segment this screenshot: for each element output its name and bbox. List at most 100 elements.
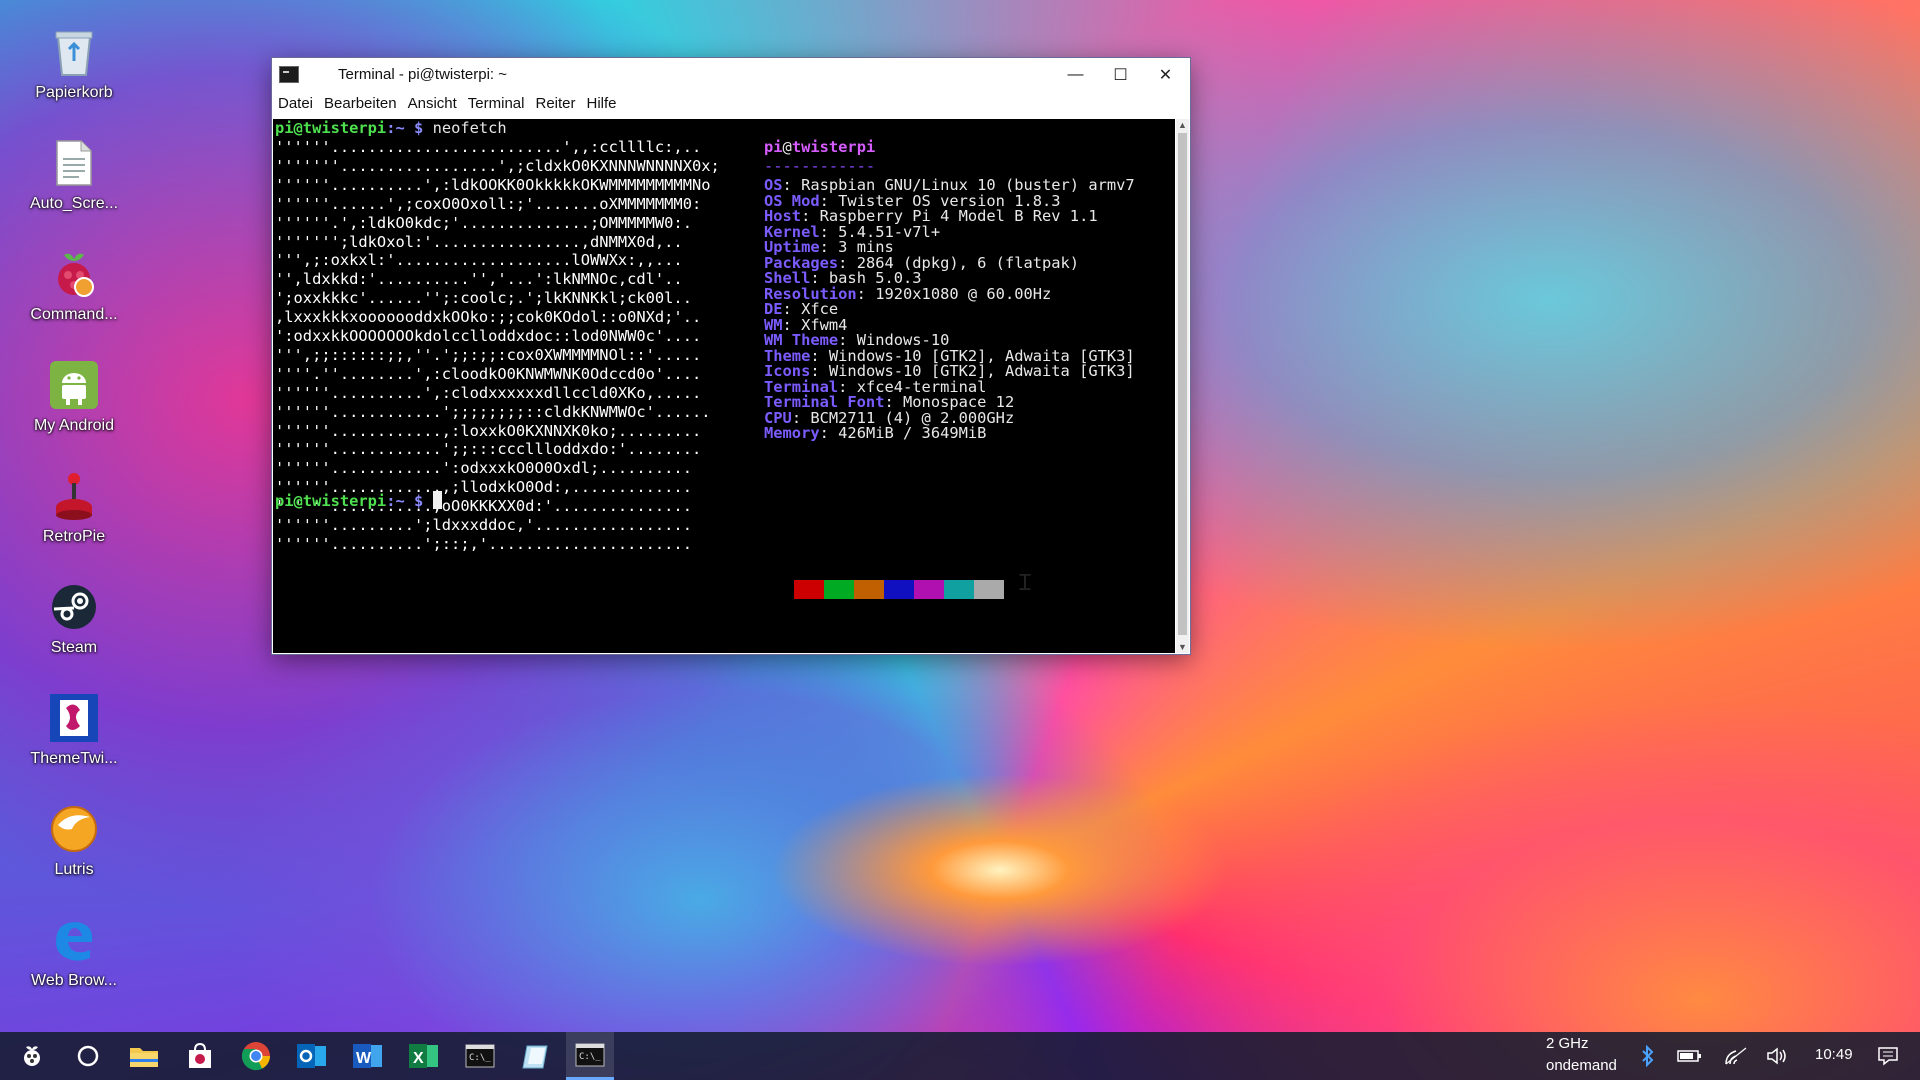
- folder-icon: [130, 1048, 158, 1067]
- logo-line: ''''''..........',:ldkOOKK0OkkkkkOKWMMMM…: [275, 175, 711, 194]
- raspberry-pi-icon: [48, 248, 100, 300]
- scrollbar-thumb[interactable]: [1178, 133, 1187, 635]
- logo-line: ''',;:oxkxl:'...................lOWWXx:,…: [275, 251, 683, 270]
- color-swatch: [854, 580, 884, 599]
- logo-line: ''''''............':odxxxkO0O0Oxdl;.....…: [275, 459, 692, 478]
- steam-icon: [48, 581, 100, 633]
- current-prompt-line[interactable]: pi@twisterpi:~ $: [275, 491, 442, 511]
- info-separator: ------------: [764, 157, 876, 175]
- recycle-bin-icon: [48, 26, 100, 78]
- logo-line: ''',;;::::::;;,''.';;:;;:cox0XWMMMMNOl::…: [275, 345, 702, 364]
- lutris-icon: [48, 803, 100, 855]
- bluetooth-icon: [1642, 1045, 1654, 1067]
- battery-tray[interactable]: [1672, 1032, 1708, 1080]
- window-title: Terminal - pi@twisterpi: ~: [338, 66, 508, 83]
- logo-line: ''''''.',:ldkO0kdc;'..............;OMMMM…: [275, 213, 692, 232]
- menu-ansicht[interactable]: Ansicht: [408, 95, 457, 112]
- android-icon: [48, 359, 100, 411]
- desktop-icon-themetwister[interactable]: ThemeTwi...: [14, 688, 134, 788]
- raspberry-start-icon: [24, 1046, 40, 1066]
- scroll-down-arrow[interactable]: ▼: [1176, 641, 1189, 653]
- info-user: pi: [764, 138, 783, 156]
- desktop-icon-label: Lutris: [54, 861, 94, 878]
- logo-line: '''''''.................',;cldxkO0KXNNNW…: [275, 156, 720, 175]
- info-value: 426MiB / 3649MiB: [838, 424, 987, 442]
- desktop-icon-label: Command...: [30, 306, 118, 323]
- taskbar-outlook[interactable]: [286, 1032, 338, 1080]
- cpu-governor[interactable]: ondemand: [1546, 1057, 1617, 1074]
- taskbar-notes[interactable]: [510, 1032, 562, 1080]
- taskbar-excel[interactable]: X: [398, 1032, 450, 1080]
- menu-bearbeiten[interactable]: Bearbeiten: [324, 95, 397, 112]
- desktop-icon-recycle-bin[interactable]: Papierkorb: [14, 22, 134, 122]
- info-host: twisterpi: [791, 138, 876, 156]
- text-cursor: [432, 491, 442, 509]
- desktop-icon-auto-screenshot[interactable]: Auto_Scre...: [14, 133, 134, 233]
- prompt-user: pi@twisterpi: [275, 492, 387, 510]
- desktop-icon-command[interactable]: Command...: [14, 244, 134, 344]
- maximize-button[interactable]: ☐: [1098, 58, 1143, 91]
- menu-reiter[interactable]: Reiter: [535, 95, 575, 112]
- logo-line: ''''''..........',:clodxxxxxxdllccld0XKo…: [275, 383, 702, 402]
- chrome-icon: [241, 1042, 270, 1071]
- logo-line: ''''''';ldkOxol:'................,dNMMX0…: [275, 232, 683, 251]
- menu-hilfe[interactable]: Hilfe: [587, 95, 617, 112]
- search-button[interactable]: [62, 1032, 114, 1080]
- info-title: pi@twisterpi: [764, 138, 875, 157]
- battery-icon: [1677, 1050, 1701, 1062]
- taskbar-store[interactable]: [174, 1032, 226, 1080]
- desktop-icon-web-browser[interactable]: Web Brow...: [14, 910, 134, 1010]
- menu-datei[interactable]: Datei: [278, 95, 313, 112]
- cortana-circle-icon: [77, 1045, 99, 1067]
- color-swatch: [764, 580, 794, 599]
- desktop-icon-label: Steam: [50, 639, 98, 656]
- word-icon: W: [353, 1044, 382, 1068]
- menu-terminal[interactable]: Terminal: [468, 95, 525, 112]
- bluetooth-tray[interactable]: [1632, 1032, 1664, 1080]
- terminal-output[interactable]: pi@twisterpi:~ $ neofetch ''''''........…: [273, 119, 1175, 653]
- menubar: Datei Bearbeiten Ansicht Terminal Reiter…: [272, 91, 1190, 115]
- speaker-icon: [1767, 1047, 1786, 1065]
- command-text: neofetch: [432, 119, 507, 137]
- logo-line: ''''''............';;:::cccllloddxdo:'..…: [275, 440, 702, 459]
- start-button[interactable]: [6, 1032, 58, 1080]
- taskbar-clock[interactable]: 10:49: [1815, 1046, 1853, 1063]
- color-swatch: [884, 580, 914, 599]
- taskbar: W X C:\_ C:\_ 2 GHz ondemand 10:49: [0, 1032, 1920, 1080]
- network-tray[interactable]: [1718, 1032, 1754, 1080]
- desktop-icon-label: Web Brow...: [31, 972, 117, 989]
- terminal-icon: C:\_: [575, 1043, 605, 1066]
- minimize-button[interactable]: —: [1053, 58, 1098, 91]
- close-button[interactable]: ✕: [1143, 58, 1188, 91]
- taskbar-terminal-active[interactable]: C:\_: [566, 1032, 614, 1080]
- taskbar-chrome[interactable]: [230, 1032, 282, 1080]
- color-palette: [764, 580, 1004, 599]
- logo-line: ''''''.........................',,:cclll…: [275, 138, 702, 156]
- color-swatch: [824, 580, 854, 599]
- terminal-window[interactable]: Terminal - pi@twisterpi: ~ — ☐ ✕ Datei B…: [272, 58, 1190, 654]
- desktop-icon-my-android[interactable]: My Android: [14, 355, 134, 455]
- logo-line: ''''''............';;;;;;;;::cldkKNWMWOc…: [275, 402, 711, 421]
- terminal-icon: C:\_: [465, 1044, 495, 1068]
- cpu-frequency[interactable]: 2 GHz: [1546, 1035, 1589, 1052]
- vertical-scrollbar[interactable]: ▲ ▼: [1176, 119, 1189, 653]
- desktop-icon-label: RetroPie: [42, 528, 106, 545]
- taskbar-file-explorer[interactable]: [118, 1032, 170, 1080]
- edge-icon: [48, 914, 100, 966]
- logo-line: ':odxxkkOOOOOOOkdolcclloddxdoc::lod0NWW0…: [275, 327, 702, 345]
- window-titlebar[interactable]: Terminal - pi@twisterpi: ~ — ☐ ✕: [272, 58, 1190, 91]
- volume-tray[interactable]: [1760, 1032, 1796, 1080]
- info-row: Memory: 426MiB / 3649MiB: [764, 424, 987, 442]
- logo-line: '',ldxkkd:'..........'','...':lkNMNOc,cd…: [275, 270, 683, 289]
- desktop-icon-lutris[interactable]: Lutris: [14, 799, 134, 899]
- notifications-button[interactable]: [1868, 1032, 1908, 1080]
- scroll-up-arrow[interactable]: ▲: [1176, 119, 1189, 131]
- svg-text:X: X: [413, 1050, 424, 1067]
- desktop-icon-steam[interactable]: Steam: [14, 577, 134, 677]
- color-swatch: [794, 580, 824, 599]
- taskbar-word[interactable]: W: [342, 1032, 394, 1080]
- desktop-icon-retropie[interactable]: RetroPie: [14, 466, 134, 566]
- taskbar-command-prompt[interactable]: C:\_: [454, 1032, 506, 1080]
- svg-text:C:\_: C:\_: [469, 1053, 491, 1063]
- info-key: Memory: [764, 424, 820, 442]
